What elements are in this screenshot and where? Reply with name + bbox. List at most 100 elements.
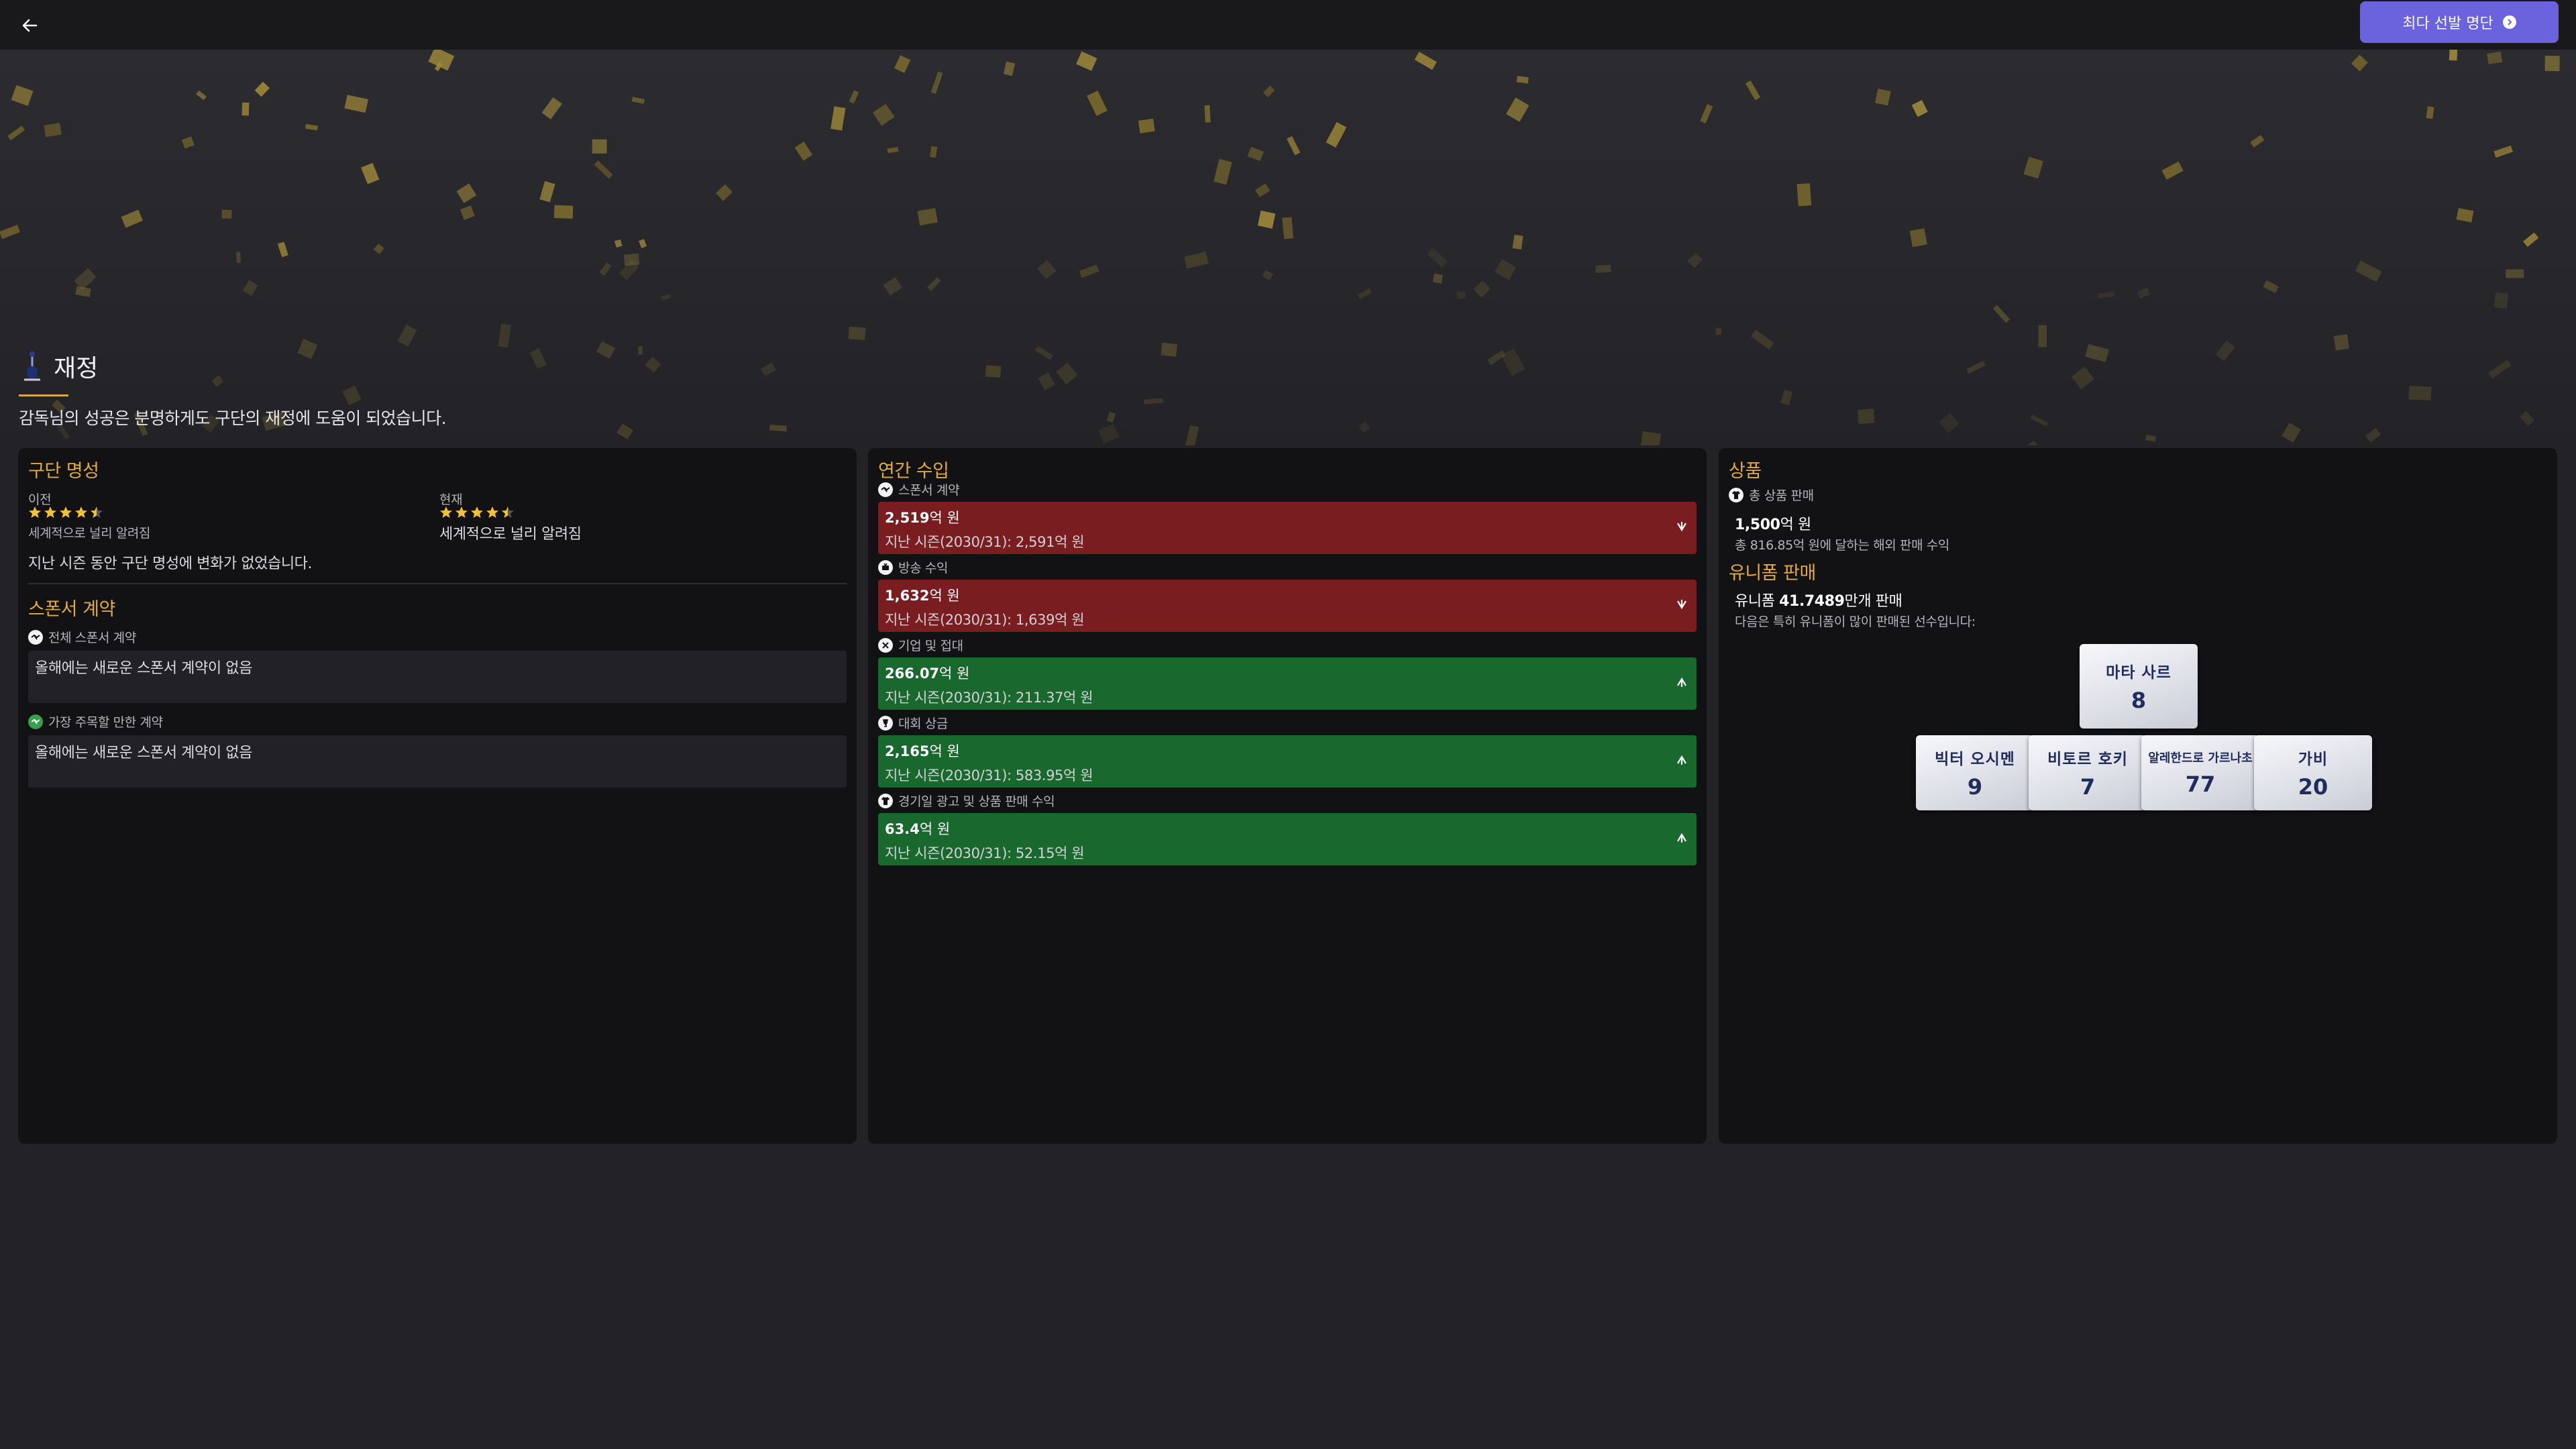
confetti-piece	[1966, 360, 1986, 374]
confetti-piece	[645, 356, 661, 373]
confetti-piece	[1456, 291, 1466, 299]
back-button[interactable]	[13, 9, 46, 42]
confetti-piece	[1282, 217, 1294, 239]
confetti-piece	[1262, 270, 1273, 280]
player-shirt[interactable]: 빅터 오시멘 9	[1916, 735, 2034, 810]
confetti-piece	[2071, 366, 2094, 390]
confetti-piece	[2026, 440, 2039, 445]
reputation-title: 구단 명성	[28, 461, 99, 482]
confetti-piece	[1184, 252, 1209, 269]
confetti-piece	[1595, 264, 1611, 273]
trend-up-icon	[1677, 755, 1686, 765]
player-name: 가비	[2298, 751, 2328, 768]
shirt-icon	[1729, 487, 1743, 502]
confetti-piece	[1516, 76, 1529, 84]
confetti-piece	[594, 160, 613, 179]
confetti-piece	[1796, 183, 1812, 207]
income-previous-season: 지난 시즌(2030/31): 2,591억 원	[885, 534, 1085, 550]
star-icon	[75, 506, 87, 518]
confetti-piece	[1247, 146, 1265, 162]
income-previous-season: 지난 시즌(2030/31): 52.15억 원	[885, 845, 1085, 861]
star-icon	[44, 506, 56, 518]
confetti-piece	[614, 239, 623, 248]
player-shirt[interactable]: 마타 사르 8	[2080, 644, 2198, 729]
reputation-sponsor-panel: 구단 명성 이전 세계적으로 널리 알려짐 현재 세계적으로 널리 알려짐 지난…	[18, 448, 857, 1144]
confetti-piece	[2161, 161, 2184, 180]
trend-down-icon	[1677, 600, 1686, 610]
merchandise-panel: 상품 총 상품 판매 1,500억 원 총 816.85억 원에 달하는 해외 …	[1719, 448, 2557, 1144]
player-shirt[interactable]: 비토르 호키 7	[2029, 735, 2147, 810]
confetti-piece	[769, 424, 787, 432]
previous-label: 이전	[28, 492, 52, 507]
handshake-icon	[28, 714, 43, 729]
income-row[interactable]: 1,632억 원 지난 시즌(2030/31): 1,639억 원	[878, 580, 1697, 632]
confetti-piece	[2023, 156, 2044, 179]
confetti-piece	[1640, 431, 1661, 445]
section-header: 재정	[19, 349, 98, 384]
star-icon	[471, 506, 483, 518]
confetti-piece	[872, 103, 895, 126]
income-amount-line: 2,519억 원	[885, 507, 1690, 527]
uniform-sales-count-line: 유니폼 41.7489만개 판매	[1735, 589, 1902, 610]
reputation-note: 지난 시즌 동안 구단 명성에 변화가 없었습니다.	[28, 555, 313, 572]
most-selected-lineup-label: 최다 선발 명단	[2402, 15, 2493, 32]
confetti-piece	[2493, 292, 2509, 309]
all-sponsors-box: 올해에는 새로운 스폰서 계약이 없음	[28, 651, 847, 703]
confetti-piece	[2523, 232, 2539, 248]
income-amount-line: 266.07억 원	[885, 663, 1690, 683]
chevron-right-icon	[2502, 15, 2516, 29]
player-name: 마타 사르	[2106, 664, 2171, 682]
confetti-piece	[221, 209, 232, 219]
confetti-piece	[1204, 105, 1211, 123]
confetti-piece	[2282, 422, 2302, 443]
player-number: 7	[2080, 774, 2096, 800]
income-label-row: 방송 수익	[878, 558, 948, 576]
confetti-piece	[0, 225, 21, 239]
confetti-piece	[1161, 342, 1178, 357]
confetti-piece	[849, 90, 859, 104]
notable-sponsor-label-row: 가장 주목할 만한 계약	[28, 712, 163, 731]
confetti-piece	[985, 365, 1002, 378]
notable-sponsor-label: 가장 주목할 만한 계약	[48, 715, 163, 730]
confetti-piece	[1432, 273, 1443, 284]
confetti-piece	[241, 102, 250, 116]
confetti-piece	[460, 205, 475, 220]
confetti-piece	[830, 106, 846, 131]
player-shirt[interactable]: 가비 20	[2254, 735, 2372, 810]
income-unit: 억 원	[929, 510, 960, 526]
confetti-piece	[342, 385, 362, 406]
income-title: 연간 수입	[878, 461, 949, 482]
confetti-piece	[599, 262, 612, 276]
confetti-piece	[894, 55, 911, 73]
confetti-piece	[1750, 329, 1774, 350]
income-row[interactable]: 63.4억 원 지난 시즌(2030/31): 52.15억 원	[878, 813, 1697, 865]
confetti-piece	[1495, 259, 1517, 280]
confetti-piece	[1501, 348, 1525, 376]
confetti-piece	[1414, 52, 1437, 70]
most-selected-lineup-button[interactable]: 최다 선발 명단	[2360, 1, 2559, 43]
confetti-piece	[344, 95, 368, 113]
confetti-piece	[361, 162, 380, 184]
income-row[interactable]: 2,519억 원지난 시즌(2030/31): 2,591억 원	[878, 502, 1697, 554]
club-crest-icon	[24, 352, 40, 381]
confetti-piece	[529, 347, 547, 370]
confetti-piece	[2215, 340, 2235, 362]
confetti-piece	[2456, 208, 2474, 223]
confetti-piece	[2137, 287, 2151, 299]
confetti-piece	[1034, 345, 1053, 360]
confetti-piece	[1056, 362, 1078, 385]
current-label: 현재	[439, 492, 463, 507]
player-name: 비토르 호키	[2047, 751, 2128, 768]
all-sponsors-value: 올해에는 새로운 스폰서 계약이 없음	[35, 660, 252, 677]
player-shirt[interactable]: 알레한드로 가르나초 77	[2141, 735, 2259, 810]
confetti-piece	[7, 125, 25, 141]
income-row[interactable]: 2,165억 원 지난 시즌(2030/31): 583.95억 원	[878, 735, 1697, 788]
confetti-piece	[639, 239, 647, 249]
confetti-piece	[1357, 288, 1373, 299]
confetti-piece	[2098, 291, 2114, 299]
income-label-row: 경기일 광고 및 상품 판매 수익	[878, 792, 1055, 810]
confetti-piece	[917, 208, 938, 226]
confetti-piece	[1079, 264, 1099, 278]
income-row[interactable]: 266.07억 원 지난 시즌(2030/31): 211.37억 원	[878, 657, 1697, 710]
income-label: 방송 수익	[898, 561, 948, 576]
